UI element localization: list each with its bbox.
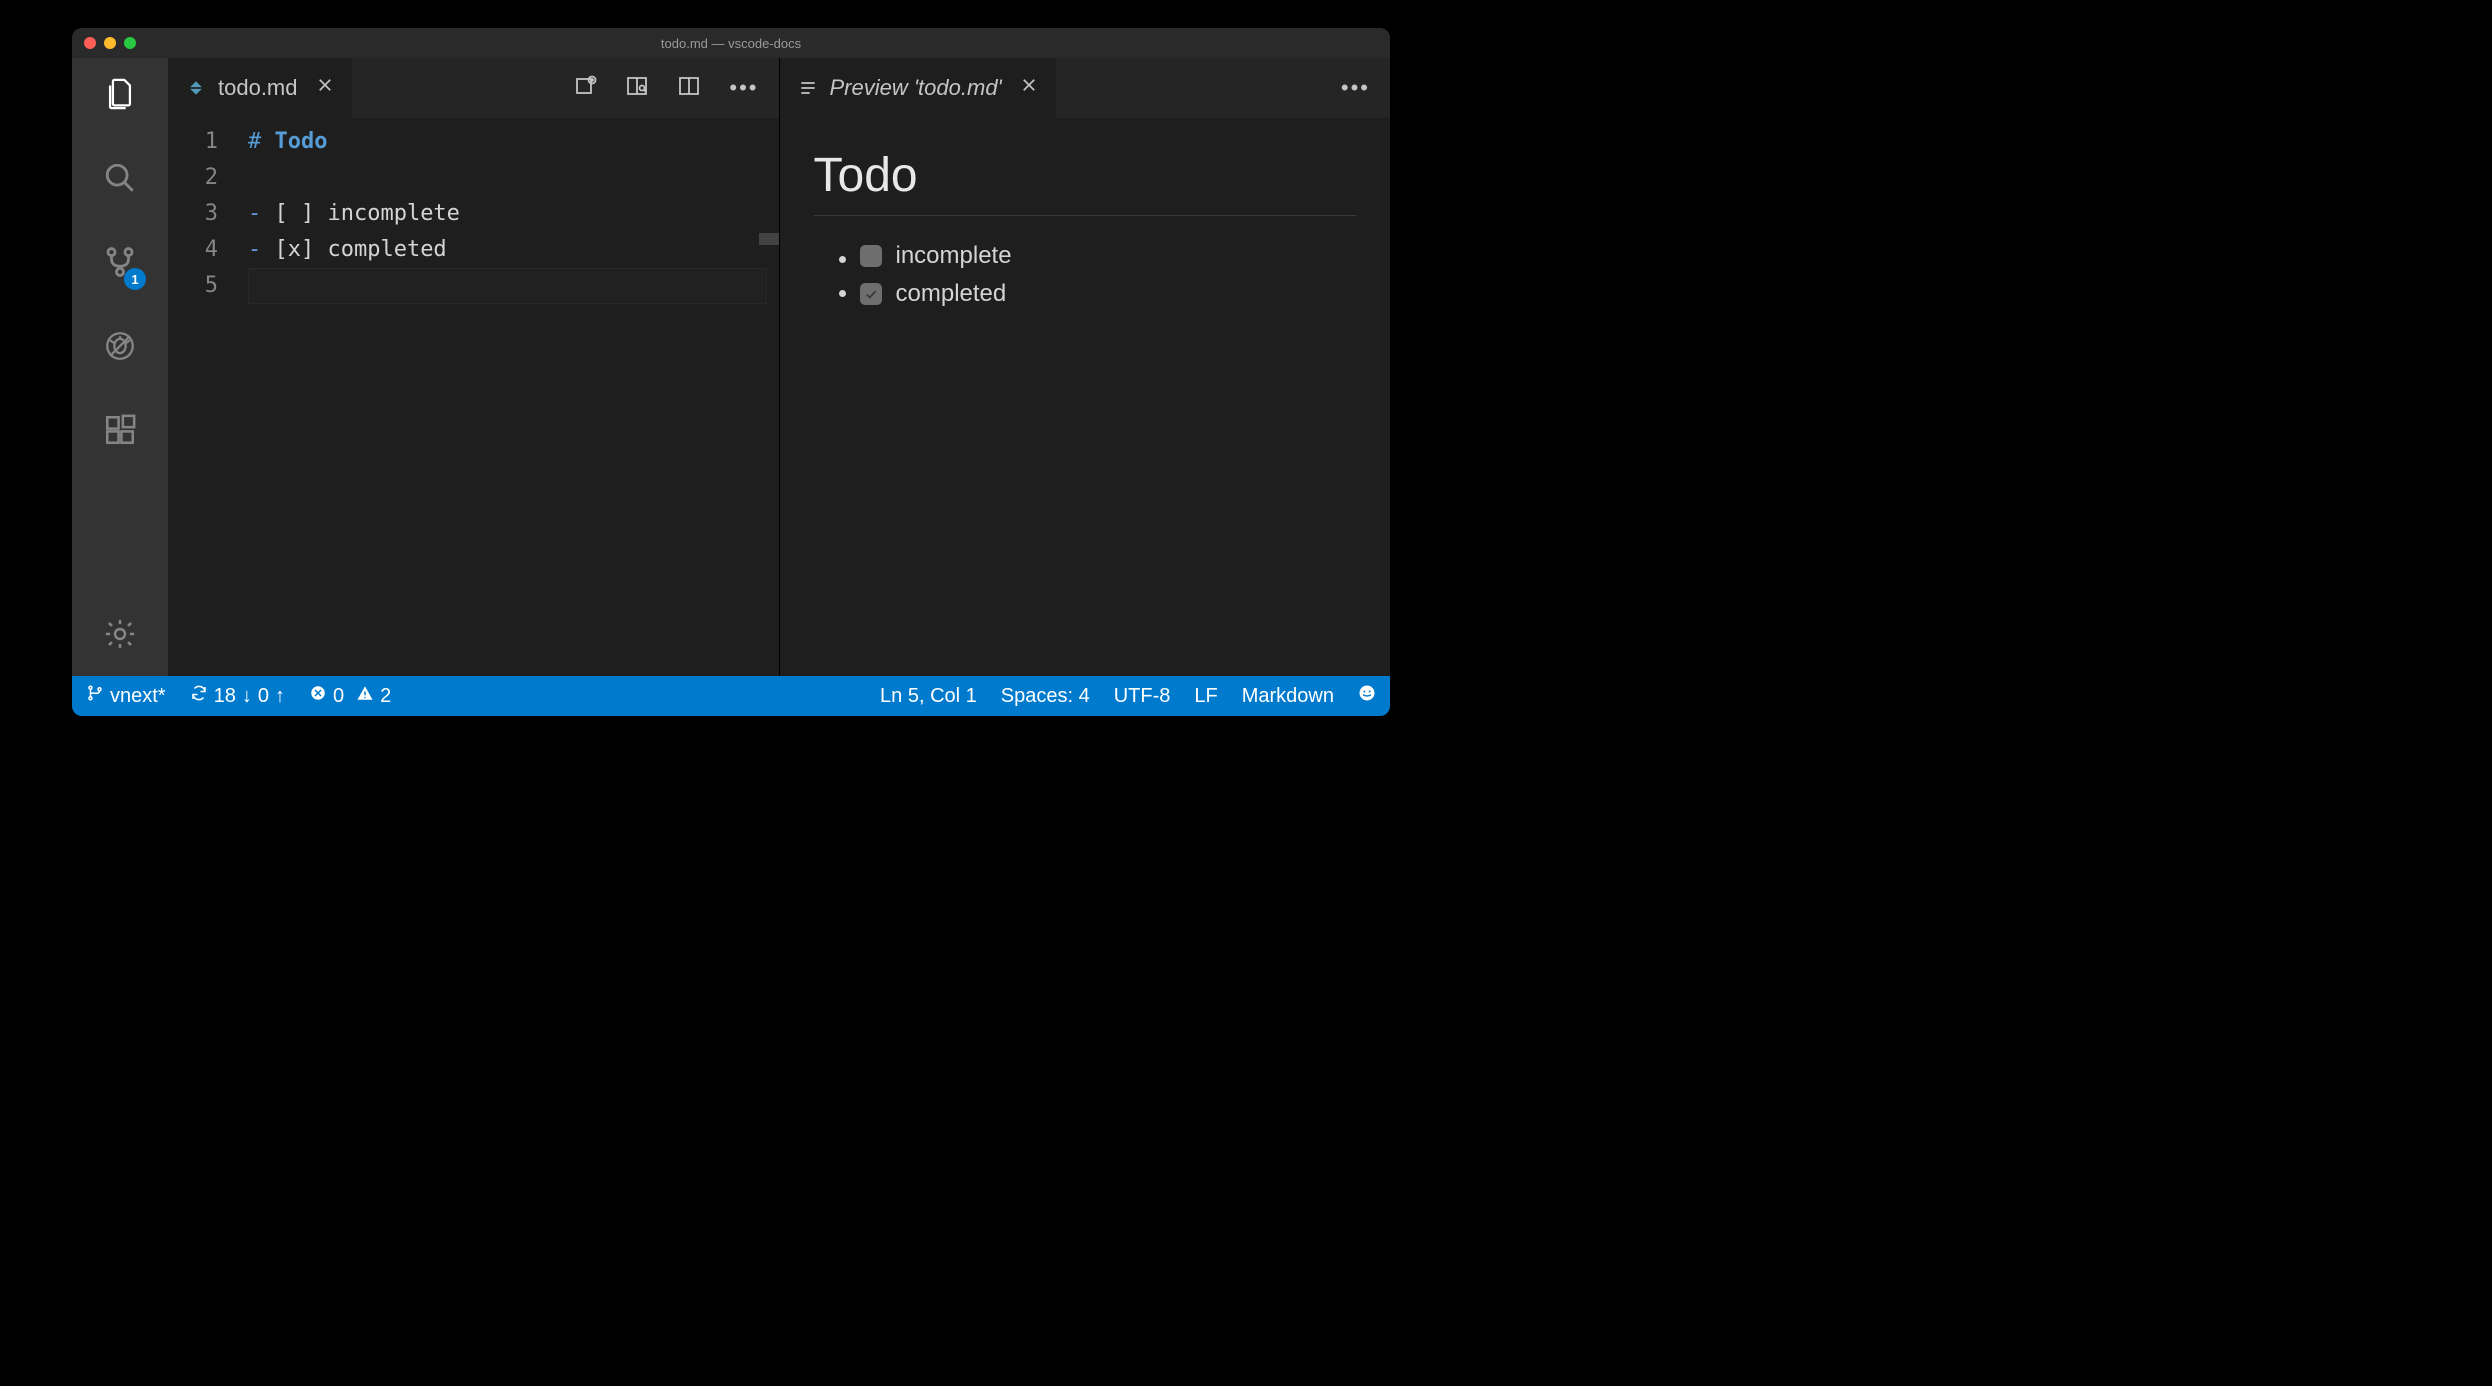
- files-icon: [103, 77, 137, 116]
- status-cursor[interactable]: Ln 5, Col 1: [880, 685, 977, 708]
- activity-bar: 1: [72, 58, 168, 676]
- close-icon: [1020, 76, 1038, 100]
- line-gutter: 1 2 3 4 5: [168, 124, 248, 676]
- activity-scm[interactable]: 1: [100, 244, 140, 284]
- tab-todo-md[interactable]: todo.md: [168, 58, 353, 118]
- warning-icon: [356, 684, 374, 708]
- tab-close-button[interactable]: [316, 76, 334, 100]
- gear-icon: [103, 617, 137, 656]
- checkbox-checked-icon: [860, 283, 882, 305]
- markdown-file-icon: [186, 78, 206, 98]
- line-number: 4: [168, 232, 218, 268]
- split-editor-icon[interactable]: [677, 74, 701, 103]
- editor-group-preview: Preview 'todo.md' ••• Todo: [780, 58, 1391, 676]
- tabs-spacer: [353, 58, 554, 118]
- markdown-preview[interactable]: Todo incomplete: [780, 118, 1391, 676]
- code-line[interactable]: [248, 160, 779, 196]
- more-actions-button[interactable]: •••: [729, 75, 758, 101]
- arrow-up-icon: ↑: [275, 685, 285, 708]
- workbench-body: 1: [72, 58, 1390, 676]
- line-number: 5: [168, 268, 218, 304]
- more-actions-button[interactable]: •••: [1341, 75, 1370, 101]
- list-item-label: completed: [896, 280, 1007, 308]
- open-preview-side-icon[interactable]: [625, 74, 649, 103]
- activity-search[interactable]: [100, 160, 140, 200]
- list-item-label: incomplete: [896, 242, 1012, 270]
- scm-badge: 1: [124, 268, 146, 290]
- status-problems[interactable]: 0 2: [309, 684, 391, 708]
- activity-extensions[interactable]: [100, 412, 140, 452]
- editor-actions-preview: •••: [1321, 58, 1390, 118]
- checkbox-unchecked-icon: [860, 245, 882, 267]
- code-editor[interactable]: 1 2 3 4 5 # Todo - [ ] incomplete - [x] …: [168, 118, 779, 676]
- tab-label: todo.md: [218, 75, 298, 101]
- tab-preview-todo-md[interactable]: Preview 'todo.md': [780, 58, 1057, 118]
- traffic-lights: [72, 37, 136, 49]
- line-number: 3: [168, 196, 218, 232]
- smiley-icon: [1358, 684, 1376, 708]
- editor-actions-source: •••: [553, 58, 778, 118]
- status-encoding[interactable]: UTF-8: [1114, 685, 1171, 708]
- activity-explorer[interactable]: [100, 76, 140, 116]
- code-lines[interactable]: # Todo - [ ] incomplete - [x] completed: [248, 124, 779, 676]
- current-line-highlight: [248, 268, 767, 304]
- status-bar: vnext* 18 ↓ 0 ↑ 0 2: [72, 676, 1390, 716]
- tabs-row-preview: Preview 'todo.md' •••: [780, 58, 1391, 118]
- window-minimize-button[interactable]: [104, 37, 116, 49]
- status-left: vnext* 18 ↓ 0 ↑ 0 2: [86, 684, 391, 708]
- editor-group-source: todo.md: [168, 58, 780, 676]
- bug-disabled-icon: [103, 329, 137, 368]
- activity-debug[interactable]: [100, 328, 140, 368]
- status-sync[interactable]: 18 ↓ 0 ↑: [190, 684, 285, 708]
- status-branch[interactable]: vnext*: [86, 684, 166, 708]
- extensions-icon: [103, 413, 137, 452]
- branch-name: vnext*: [110, 685, 166, 708]
- close-icon: [316, 76, 334, 100]
- error-icon: [309, 684, 327, 708]
- window-close-button[interactable]: [84, 37, 96, 49]
- arrow-down-icon: ↓: [242, 685, 252, 708]
- list-item: incomplete: [860, 242, 1357, 270]
- line-number: 2: [168, 160, 218, 196]
- preview-list: incomplete completed: [814, 242, 1357, 308]
- tabs-row-source: todo.md: [168, 58, 779, 118]
- status-language[interactable]: Markdown: [1242, 685, 1334, 708]
- activity-settings[interactable]: [100, 616, 140, 656]
- window-title: todo.md — vscode-docs: [72, 36, 1390, 51]
- git-branch-icon: [86, 684, 104, 708]
- preview-icon: [798, 78, 818, 98]
- status-right: Ln 5, Col 1 Spaces: 4 UTF-8 LF Markdown: [880, 684, 1376, 708]
- overview-ruler-thumb[interactable]: [759, 233, 779, 245]
- status-indent[interactable]: Spaces: 4: [1001, 685, 1090, 708]
- sync-icon: [190, 684, 208, 708]
- titlebar[interactable]: todo.md — vscode-docs: [72, 28, 1390, 58]
- tab-close-button[interactable]: [1020, 76, 1038, 100]
- open-changes-icon[interactable]: [573, 74, 597, 103]
- tabs-spacer: [1057, 58, 1321, 118]
- line-number: 1: [168, 124, 218, 160]
- list-item: completed: [860, 280, 1357, 308]
- preview-heading: Todo: [814, 148, 1357, 216]
- editor-area: todo.md: [168, 58, 1390, 676]
- search-icon: [103, 161, 137, 200]
- tab-label: Preview 'todo.md': [830, 75, 1002, 101]
- window-maximize-button[interactable]: [124, 37, 136, 49]
- app-window: todo.md — vscode-docs: [72, 28, 1390, 716]
- status-feedback[interactable]: [1358, 684, 1376, 708]
- code-line[interactable]: # Todo: [248, 124, 779, 160]
- code-line[interactable]: - [x] completed: [248, 232, 779, 268]
- code-line[interactable]: - [ ] incomplete: [248, 196, 779, 232]
- status-eol[interactable]: LF: [1194, 685, 1217, 708]
